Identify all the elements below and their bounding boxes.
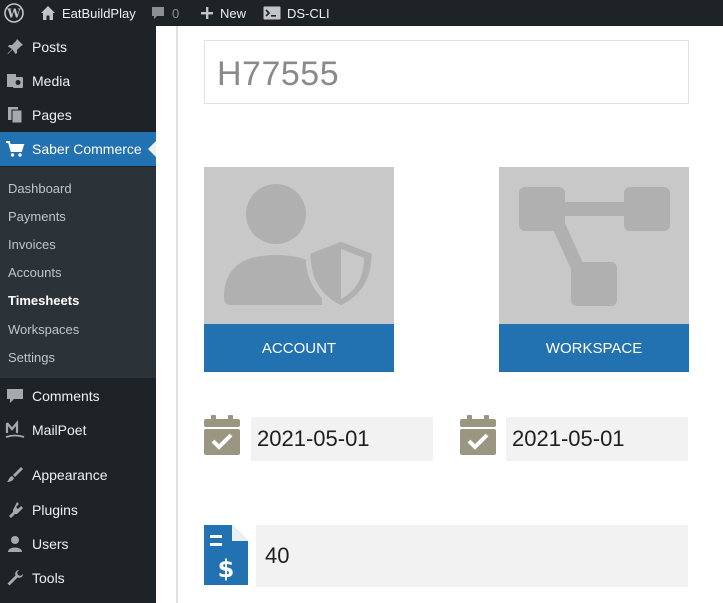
sidebar-item-label: MailPoet xyxy=(32,422,87,438)
saber-commerce-submenu: Dashboard Payments Invoices Accounts Tim… xyxy=(0,167,156,378)
sidebar-item-media[interactable]: Media xyxy=(0,64,156,98)
mailpoet-icon xyxy=(5,420,25,438)
sidebar-item-saber-commerce[interactable]: Saber Commerce xyxy=(0,132,156,166)
main-content: H77555 ACCOUNT WORKSPACE 2021-05-01 2021… xyxy=(156,26,723,603)
account-user-shield-icon xyxy=(224,184,377,311)
comments-count: 0 xyxy=(172,5,180,21)
sidebar-item-posts[interactable]: Posts xyxy=(0,30,156,64)
workspace-hierarchy-icon xyxy=(519,187,670,306)
sidebar-item-label: Saber Commerce xyxy=(32,141,142,157)
submenu-item-payments[interactable]: Payments xyxy=(8,209,66,224)
sidebar-item-mailpoet[interactable]: MailPoet xyxy=(0,413,156,447)
sidebar-item-label: Appearance xyxy=(32,467,108,483)
svg-text:$: $ xyxy=(218,555,235,583)
plus-icon xyxy=(201,7,213,19)
submenu-item-invoices[interactable]: Invoices xyxy=(8,237,56,252)
cli-label: DS-CLI xyxy=(287,5,330,21)
sidebar-item-pages[interactable]: Pages xyxy=(0,98,156,132)
sidebar-item-label: Pages xyxy=(32,107,72,123)
submenu-item-accounts[interactable]: Accounts xyxy=(8,265,61,280)
submenu-item-timesheets[interactable]: Timesheets xyxy=(8,293,79,308)
sidebar-item-appearance[interactable]: Appearance xyxy=(0,458,156,492)
plug-icon xyxy=(9,502,23,518)
sidebar-item-label: Media xyxy=(32,73,71,89)
pages-icon xyxy=(8,107,23,124)
account-card[interactable]: ACCOUNT xyxy=(204,167,394,372)
workspace-card-image xyxy=(499,167,689,324)
terminal-icon xyxy=(263,6,281,20)
sidebar-item-label: Users xyxy=(32,536,69,552)
sidebar-item-plugins[interactable]: Plugins xyxy=(0,493,156,527)
sidebar-item-label: Tools xyxy=(32,570,65,586)
invoice-dollar-icon: $ xyxy=(204,525,248,585)
comments-link[interactable]: 0 xyxy=(150,0,179,26)
sidebar-item-label: Posts xyxy=(32,39,68,55)
new-content-link[interactable]: New xyxy=(200,0,246,26)
comment-icon xyxy=(152,7,164,19)
admin-sidebar: Posts Media Pages Saber Commerce Dashboa… xyxy=(0,26,156,603)
sidebar-item-comments[interactable]: Comments xyxy=(0,379,156,413)
brush-icon xyxy=(7,467,23,482)
timesheet-title-field[interactable]: H77555 xyxy=(204,40,689,104)
submenu-item-dashboard[interactable]: Dashboard xyxy=(8,181,72,196)
comment-icon xyxy=(7,389,23,403)
sidebar-item-label: Plugins xyxy=(32,502,78,518)
sidebar-item-label: Comments xyxy=(32,388,100,404)
user-icon xyxy=(8,536,22,552)
amount-input[interactable]: 40 xyxy=(256,525,688,587)
new-label: New xyxy=(220,5,247,21)
site-name: EatBuildPlay xyxy=(62,5,136,21)
workspace-card[interactable]: WORKSPACE xyxy=(499,167,689,372)
content-divider xyxy=(176,26,178,603)
wrench-icon xyxy=(7,570,23,586)
site-name-link[interactable]: EatBuildPlay xyxy=(40,0,136,26)
cli-link[interactable]: DS-CLI xyxy=(263,0,330,26)
wordpress-logo-icon[interactable]: W xyxy=(4,0,24,26)
start-calendar-icon[interactable] xyxy=(204,415,240,455)
submenu-item-settings[interactable]: Settings xyxy=(8,350,55,365)
account-card-image xyxy=(204,167,394,324)
home-icon xyxy=(41,6,55,20)
end-date-input[interactable]: 2021-05-01 xyxy=(506,417,688,461)
admin-bar: W EatBuildPlay 0 New DS-CLI xyxy=(0,0,723,26)
cart-icon xyxy=(6,141,25,157)
sidebar-item-users[interactable]: Users xyxy=(0,527,156,561)
pin-icon xyxy=(7,39,23,54)
workspace-button[interactable]: WORKSPACE xyxy=(499,324,689,372)
submenu-item-workspaces[interactable]: Workspaces xyxy=(8,322,79,337)
media-icon xyxy=(7,74,23,88)
timesheet-title: H77555 xyxy=(217,55,340,93)
end-calendar-icon[interactable] xyxy=(460,415,496,455)
start-date-input[interactable]: 2021-05-01 xyxy=(251,417,433,461)
sidebar-item-tools[interactable]: Tools xyxy=(0,561,156,595)
account-button[interactable]: ACCOUNT xyxy=(204,324,394,372)
svg-text:W: W xyxy=(6,7,21,21)
